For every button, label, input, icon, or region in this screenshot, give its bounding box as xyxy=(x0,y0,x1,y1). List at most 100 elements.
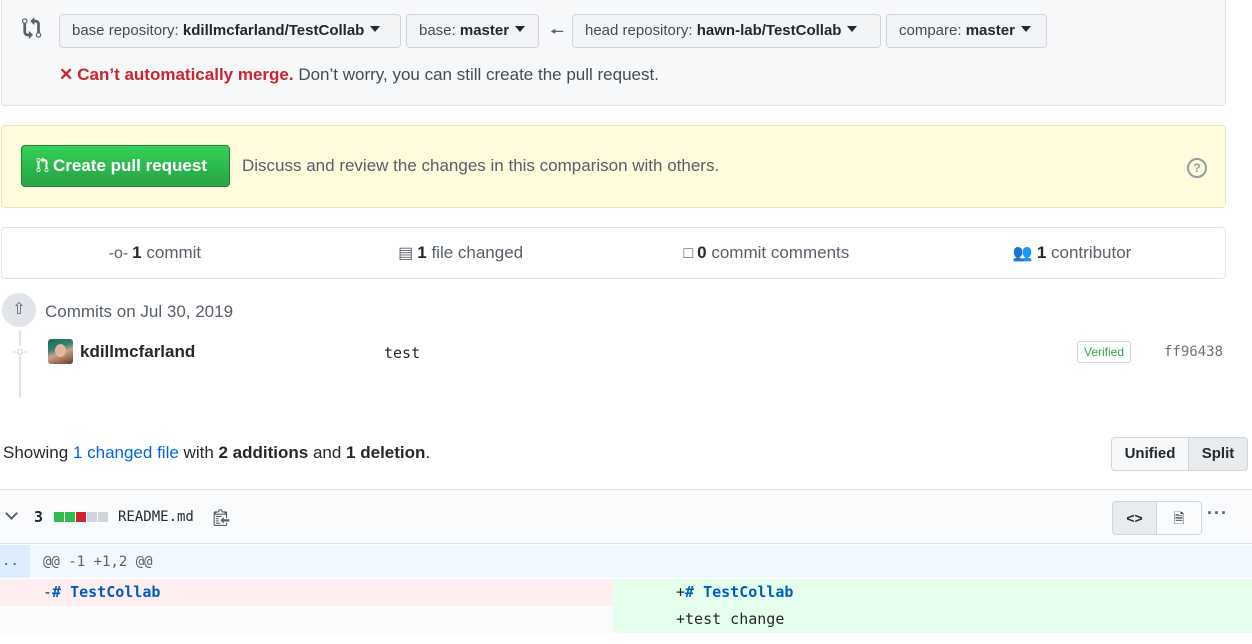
caret-down-icon xyxy=(847,26,858,32)
added-text: TestCollab xyxy=(694,583,794,601)
head-repo-value: hawn-lab/TestCollab xyxy=(696,22,842,39)
file-diff: 3 README.md <> 🗎 ··· .. @@ -1 +1,2 @@ 1 … xyxy=(0,489,1252,644)
unified-button[interactable]: Unified xyxy=(1111,437,1189,471)
diffstat-block-added xyxy=(54,512,64,522)
base-repo-value: kdillmcfarland/TestCollab xyxy=(182,22,365,39)
comments-label: commit comments xyxy=(706,243,850,262)
commits-tab[interactable]: -o- 1 commit xyxy=(2,228,308,278)
diffstat-block-neutral xyxy=(87,512,97,522)
files-count: 1 xyxy=(417,243,427,262)
toc-showing: Showing xyxy=(3,443,73,462)
added-text: test change xyxy=(685,610,785,628)
toc-and: and xyxy=(308,443,347,462)
caret-down-icon xyxy=(515,26,526,32)
pull-request-icon xyxy=(36,157,49,172)
commit-author[interactable]: kdillmcfarland xyxy=(80,342,195,362)
compare-icon xyxy=(22,17,42,39)
expand-hunk-button[interactable]: .. xyxy=(0,545,30,578)
diffstat-block-deleted xyxy=(76,512,86,522)
commits-count: 1 xyxy=(132,243,142,262)
verified-badge[interactable]: Verified xyxy=(1077,341,1132,363)
added-line-code: +# TestCollab xyxy=(676,579,793,606)
empty-left-cell xyxy=(0,606,613,636)
added-sign: + xyxy=(676,583,686,601)
head-repository-select[interactable]: head repository: hawn-lab/TestCollab xyxy=(572,14,881,48)
additions-count: 2 additions xyxy=(218,443,309,462)
file-header: 3 README.md <> 🗎 ··· xyxy=(0,490,1252,544)
file-change-count: 3 xyxy=(34,508,44,526)
base-branch-select[interactable]: base: master xyxy=(406,14,539,48)
caret-down-icon xyxy=(370,26,381,32)
files-label: file changed xyxy=(426,243,524,262)
create-pr-label: Create pull request xyxy=(53,156,207,175)
merge-status: ✕ Can’t automatically merge. Don’t worry,… xyxy=(59,65,659,85)
added-line: +# TestCollab xyxy=(613,579,1252,606)
commit-group-date: Commits on Jul 30, 2019 xyxy=(45,302,234,321)
hunk-header-text: @@ -1 +1,2 @@ xyxy=(43,554,153,570)
code-icon[interactable]: <> xyxy=(1112,501,1157,535)
timeline-line xyxy=(19,330,21,398)
diff-view-toggle: Unified Split xyxy=(1111,437,1248,471)
deletions-count: 1 deletion xyxy=(346,443,426,462)
arrow-left-icon: 🠔 xyxy=(550,24,565,41)
kebab-horizontal-icon[interactable]: ··· xyxy=(1207,503,1228,524)
file-view-toggle: <> 🗎 xyxy=(1112,501,1202,535)
added-line: +test change xyxy=(613,606,1252,633)
compare-branch-select[interactable]: compare: master xyxy=(886,14,1047,48)
commit-dot-icon: -o- xyxy=(12,344,28,358)
head-repo-prefix: head repository: xyxy=(585,22,697,39)
comments-tab[interactable]: □ 0 commit comments xyxy=(614,228,920,278)
base-branch-value: master xyxy=(459,22,510,39)
changed-files-link[interactable]: 1 changed file xyxy=(73,443,179,462)
deleted-heading-text: # TestCollab xyxy=(52,583,160,601)
base-repository-select[interactable]: base repository: kdillmcfarland/TestColl… xyxy=(59,14,401,48)
contributors-count: 1 xyxy=(1036,243,1047,262)
diffstat-block-added xyxy=(65,512,75,522)
commit-icon: -o- xyxy=(108,245,129,262)
avatar[interactable] xyxy=(48,339,73,364)
base-repo-prefix: base repository: xyxy=(72,22,183,39)
diffstat-block-neutral xyxy=(98,512,108,522)
commits-label: commit xyxy=(141,243,202,262)
added-sign: + xyxy=(676,610,686,628)
repo-push-icon: ⇧ xyxy=(2,293,36,327)
compare-branch-value: master xyxy=(965,22,1015,39)
range-editor: base repository: kdillmcfarland/TestColl… xyxy=(1,0,1226,106)
files-tab[interactable]: ▤ 1 file changed xyxy=(308,228,614,278)
comparison-summary: -o- 1 commit ▤ 1 file changed □ 0 commit co… xyxy=(1,227,1226,279)
comments-count: 0 xyxy=(697,243,707,262)
diffstat xyxy=(54,512,108,522)
chevron-down-icon[interactable] xyxy=(5,507,19,521)
file-icon[interactable]: 🗎 xyxy=(1157,501,1202,535)
toc-period: . xyxy=(425,443,431,462)
added-hash: # xyxy=(685,583,695,601)
deleted-line: -# TestCollab xyxy=(0,579,613,606)
people-icon: 👥 xyxy=(1012,245,1033,262)
create-pull-request-button[interactable]: Create pull request xyxy=(21,145,230,187)
contributors-label: contributor xyxy=(1046,243,1132,262)
commit-message[interactable]: test xyxy=(384,344,420,362)
file-diff-icon: ▤ xyxy=(398,245,414,262)
added-line-code: +test change xyxy=(676,606,784,633)
deleted-line-code: -# TestCollab xyxy=(43,579,160,606)
hunk-header: .. @@ -1 +1,2 @@ xyxy=(0,545,1252,578)
create-pr-description: Discuss and review the changes in this c… xyxy=(242,156,720,175)
caret-down-icon xyxy=(1020,26,1031,32)
commit-sha[interactable]: ff96438 xyxy=(1164,344,1223,360)
compare-prefix: compare: xyxy=(899,22,966,39)
diff-summary: Showing 1 changed file with 2 additions … xyxy=(3,443,430,463)
deleted-hash: # xyxy=(52,583,62,601)
toc-with: with xyxy=(178,443,219,462)
merge-status-error: Can’t automatically merge. xyxy=(77,65,294,84)
question-icon[interactable]: ? xyxy=(1187,158,1207,178)
x-icon: ✕ xyxy=(59,65,74,84)
added-heading-text: # TestCollab xyxy=(685,583,793,601)
clippy-icon[interactable] xyxy=(213,508,230,526)
contributors-tab[interactable]: 👥 1 contributor xyxy=(919,228,1225,278)
base-branch-prefix: base: xyxy=(419,22,460,39)
split-button[interactable]: Split xyxy=(1189,437,1248,471)
create-pr-box: Create pull request Discuss and review t… xyxy=(1,125,1226,208)
deleted-text: TestCollab xyxy=(61,583,161,601)
file-name[interactable]: README.md xyxy=(118,509,194,525)
comment-icon: □ xyxy=(683,245,694,262)
